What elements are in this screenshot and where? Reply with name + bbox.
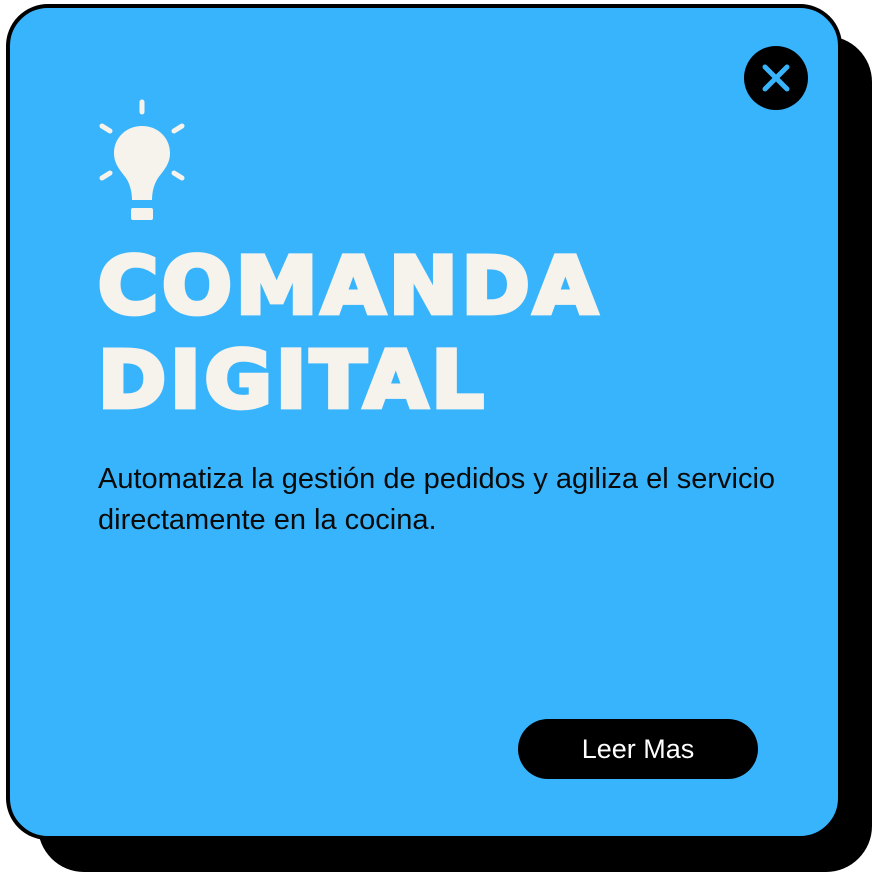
- close-icon: [762, 64, 790, 92]
- card-title: COMANDA DIGITAL: [96, 239, 738, 429]
- card-title-line-1: COMANDA: [96, 239, 602, 335]
- card-title-line-2: DIGITAL: [96, 333, 488, 429]
- popup-stage: COMANDA DIGITAL Automatiza la gestión de…: [0, 0, 874, 876]
- lightbulb-icon: [99, 99, 185, 220]
- card-description: Automatiza la gestión de pedidos y agili…: [98, 463, 776, 536]
- promo-card: COMANDA DIGITAL Automatiza la gestión de…: [6, 4, 842, 840]
- read-more-button[interactable]: Leer Mas: [518, 719, 758, 779]
- close-button[interactable]: [744, 46, 808, 110]
